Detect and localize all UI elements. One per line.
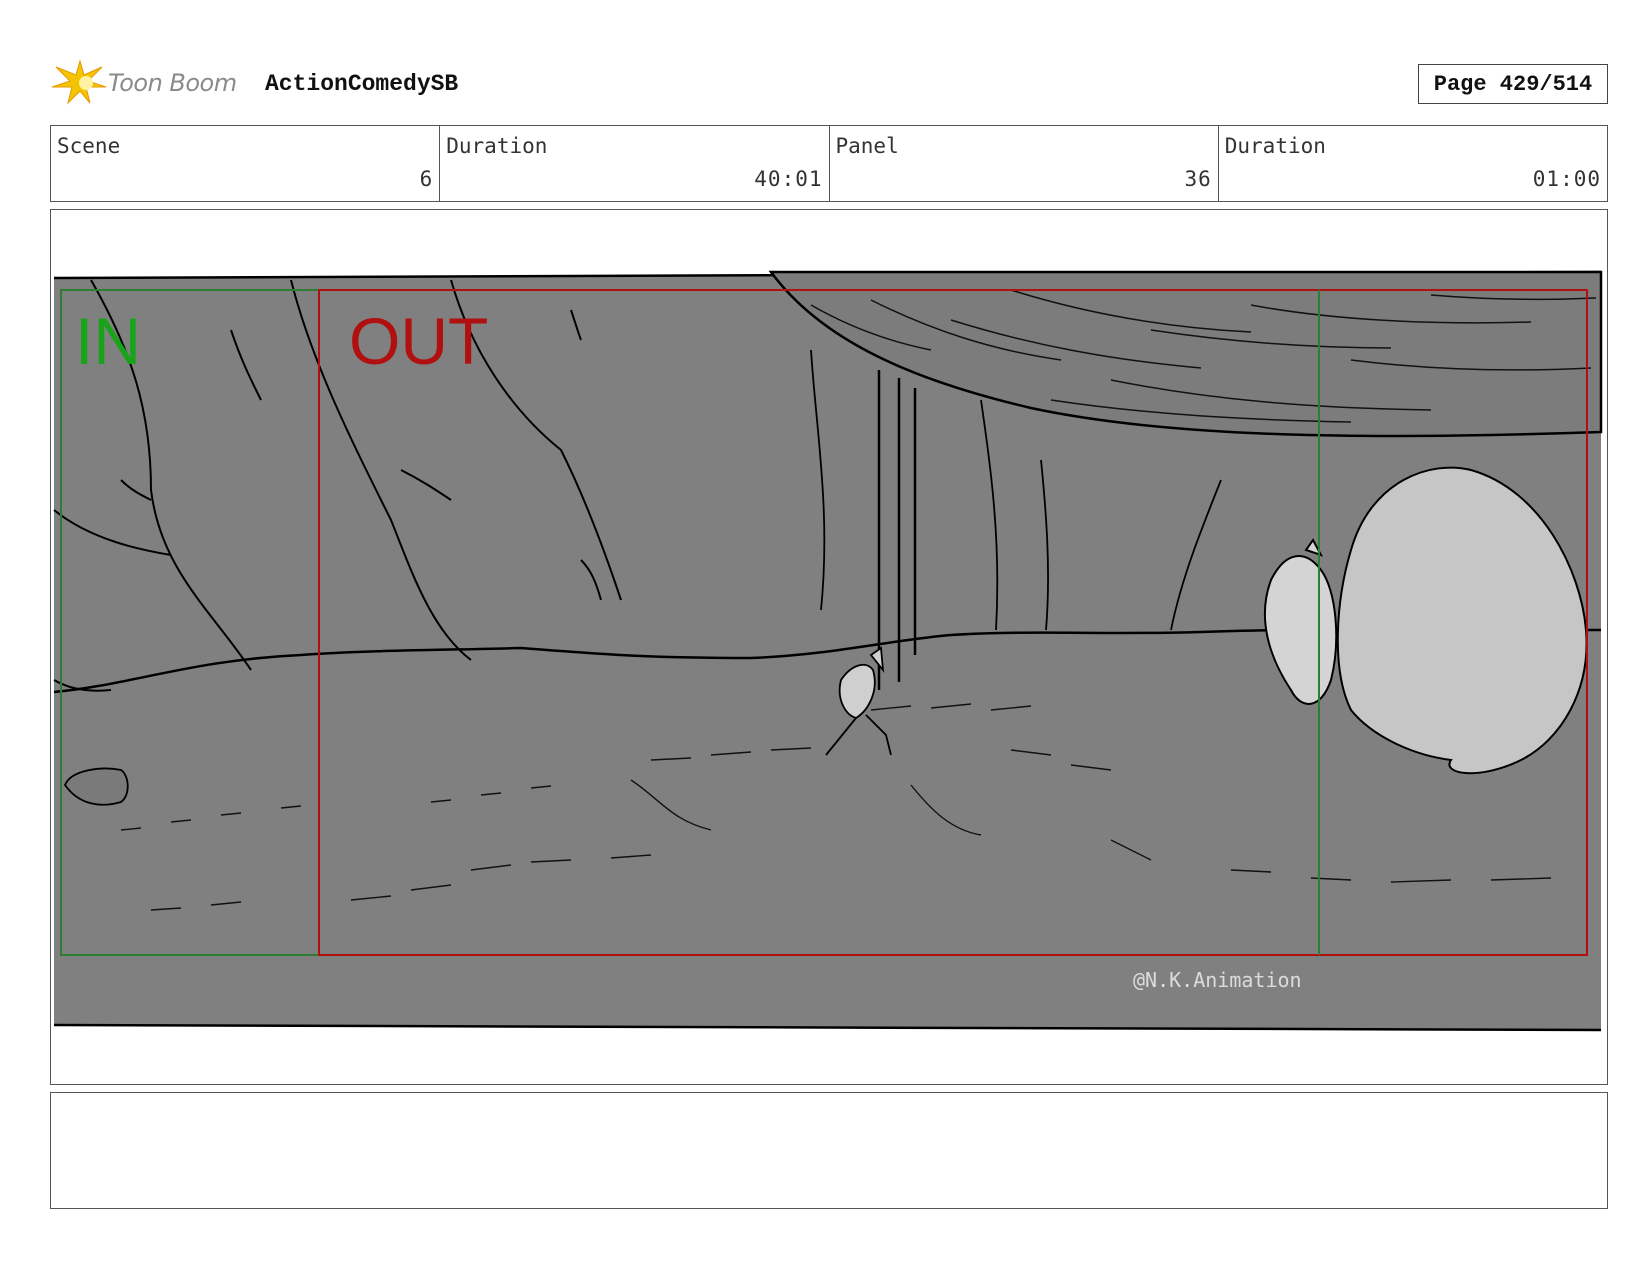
scene-label: Scene bbox=[57, 134, 121, 158]
panel-notes-box[interactable] bbox=[50, 1092, 1608, 1209]
panel-duration-cell: Duration 01:00 bbox=[1219, 126, 1607, 201]
scene-duration-value: 40:01 bbox=[754, 167, 823, 191]
panel-info-table: Scene 6 Duration 40:01 Panel 36 Duration… bbox=[50, 125, 1608, 202]
page-indicator: Page 429/514 bbox=[1418, 64, 1608, 104]
scene-duration-label: Duration bbox=[446, 134, 548, 158]
panel-duration-value: 01:00 bbox=[1532, 167, 1601, 191]
panel-label: Panel bbox=[835, 134, 899, 158]
project-title: ActionComedySB bbox=[265, 71, 459, 97]
sketch-artwork bbox=[53, 270, 1603, 1032]
panel-value: 36 bbox=[1184, 167, 1212, 191]
scene-value: 6 bbox=[419, 167, 434, 191]
scene-duration-cell: Duration 40:01 bbox=[440, 126, 830, 201]
header: Toon Boom ActionComedySB Page 429/514 bbox=[50, 55, 1608, 107]
brand-name: Toon Boom bbox=[108, 69, 237, 97]
starburst-icon bbox=[51, 59, 107, 105]
storyboard-panel: IN OUT @N.K.Animation bbox=[50, 209, 1608, 1085]
panel-duration-label: Duration bbox=[1224, 134, 1326, 158]
toon-boom-logo: Toon Boom bbox=[50, 57, 250, 107]
in-label: IN bbox=[75, 304, 141, 378]
panel-cell: Panel 36 bbox=[830, 126, 1219, 201]
artist-watermark: @N.K.Animation bbox=[1133, 968, 1302, 992]
out-label: OUT bbox=[349, 304, 489, 378]
scene-cell: Scene 6 bbox=[51, 126, 441, 201]
